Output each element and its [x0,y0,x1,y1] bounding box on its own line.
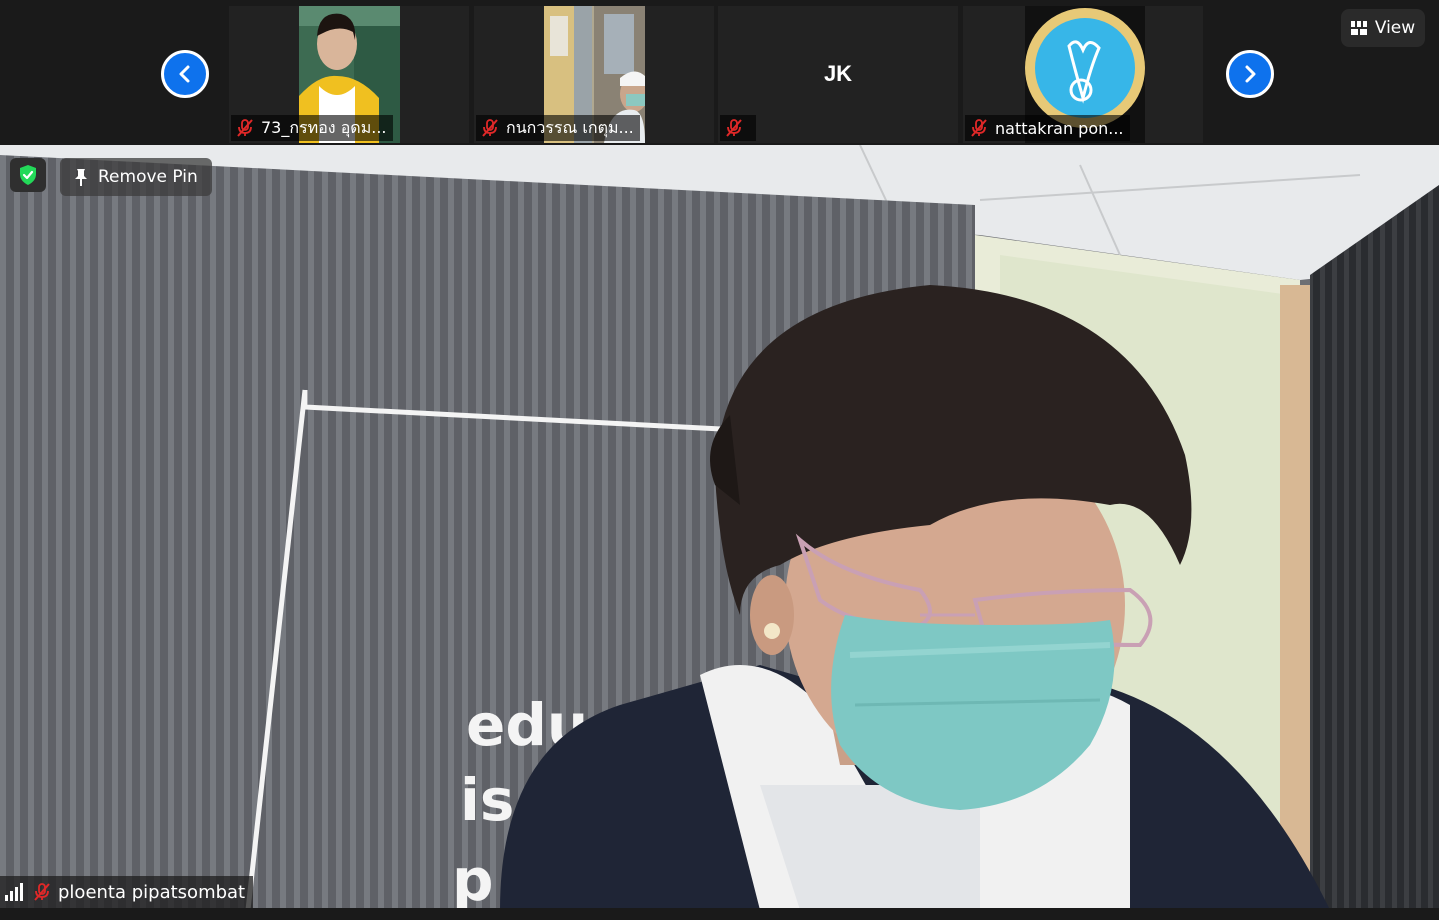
security-shield-badge[interactable] [10,158,46,192]
pinned-speaker-video: edu is p [0,145,1439,910]
mic-muted-icon [34,883,50,901]
participant-name: 73_กรทอง อุดม... [261,117,387,137]
svg-text:is: is [460,766,514,834]
grid-icon [1350,21,1367,35]
previous-page-button[interactable] [161,50,209,98]
chevron-right-icon [1245,65,1256,83]
signal-strength-icon [5,883,23,901]
view-button-label: View [1374,18,1416,38]
participant-label: 73_กรทอง อุดม... [231,115,393,141]
speaker-video-feed: edu is p [0,145,1439,910]
participant-tile[interactable]: JK [718,6,958,143]
participant-initials: JK [823,61,853,86]
mic-muted-icon [726,119,742,137]
participant-name: nattakran pon... [995,118,1124,138]
meeting-toolbar [0,908,1439,920]
mic-muted-icon [482,119,498,137]
participant-tile[interactable]: nattakran pon... [963,6,1203,143]
speaker-name-label: ploenta pipatsombat [0,876,254,908]
remove-pin-button[interactable]: Remove Pin [60,158,212,196]
mic-muted-icon [971,119,987,137]
shield-check-icon [20,165,36,185]
zoom-meeting-window: 73_กรทอง อุดม... กนกวรรณ เกตุม... JK nat… [0,0,1439,920]
chevron-left-icon [179,65,190,83]
speaker-name: ploenta pipatsombat [58,881,246,903]
participant-label: กนกวรรณ เกตุม... [476,115,640,141]
mic-muted-icon [237,119,253,137]
participant-label: nattakran pon... [965,115,1130,141]
view-button[interactable]: View [1341,9,1425,47]
pin-icon [75,169,87,186]
svg-text:p: p [452,846,494,910]
participant-tile[interactable]: 73_กรทอง อุดม... [229,6,469,143]
remove-pin-label: Remove Pin [98,167,198,187]
next-page-button[interactable] [1226,50,1274,98]
participant-label [720,115,756,141]
participant-tile[interactable]: กนกวรรณ เกตุม... [474,6,714,143]
participant-name: กนกวรรณ เกตุม... [506,117,634,137]
participant-strip: 73_กรทอง อุดม... กนกวรรณ เกตุม... JK nat… [0,0,1439,145]
